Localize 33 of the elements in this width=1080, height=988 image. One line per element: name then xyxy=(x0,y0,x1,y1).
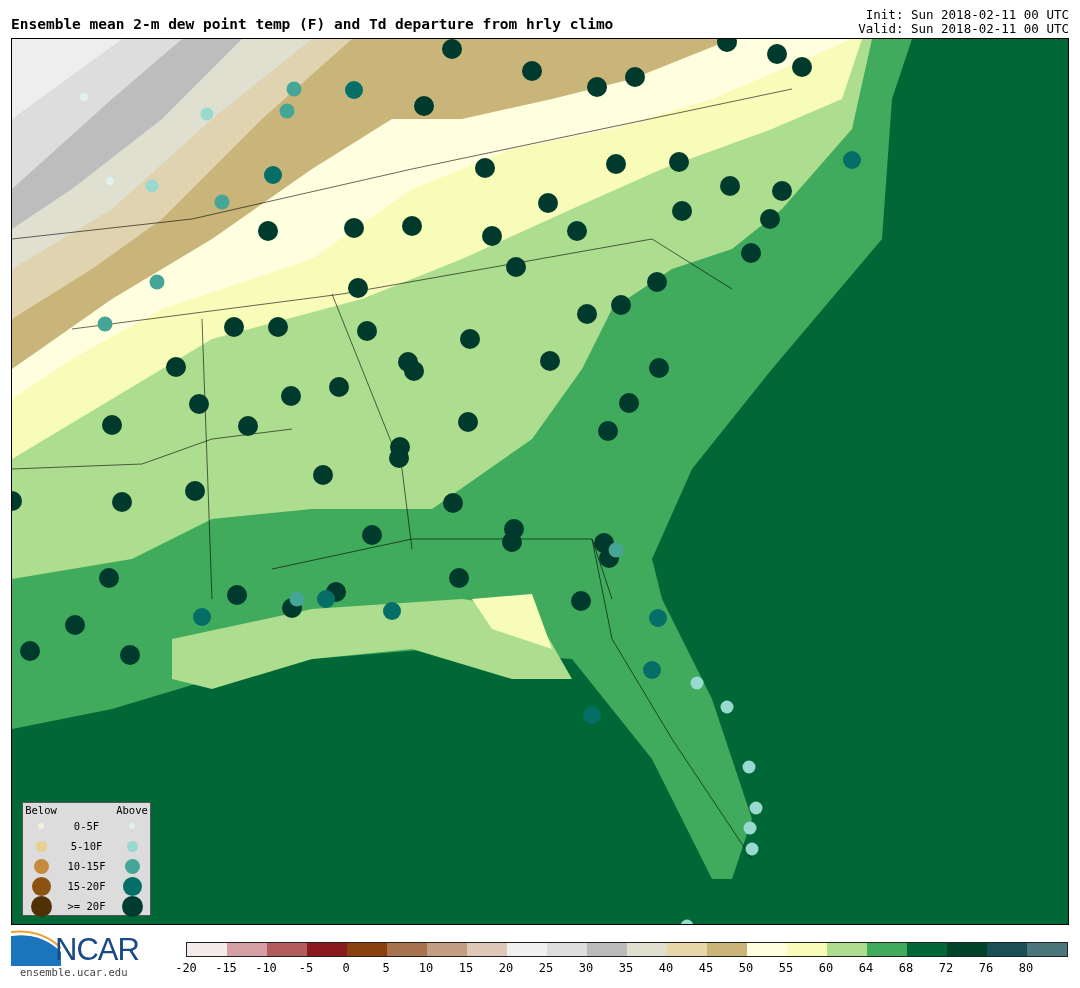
legend-label: 0-5F xyxy=(73,820,100,832)
tick-label: 60 xyxy=(817,961,835,975)
tick-label: 50 xyxy=(737,961,755,975)
tick-label: 55 xyxy=(777,961,795,975)
tick-label: 80 xyxy=(1017,961,1035,975)
valid-time: Valid: Sun 2018-02-11 00 UTC xyxy=(858,22,1069,36)
tick-label: 76 xyxy=(977,961,995,975)
tick-label: -15 xyxy=(214,961,238,975)
init-time: Init: Sun 2018-02-11 00 UTC xyxy=(865,8,1069,22)
legend-label: 5-10F xyxy=(70,840,103,852)
tick-label: -10 xyxy=(254,961,278,975)
legend-label: 15-20F xyxy=(67,880,106,892)
tick-label: -20 xyxy=(174,961,198,975)
tick-label: 30 xyxy=(577,961,595,975)
tick-label: 40 xyxy=(657,961,675,975)
legend-label: >= 20F xyxy=(67,900,106,912)
tick-label: 35 xyxy=(617,961,635,975)
tick-label: -5 xyxy=(297,961,315,975)
tick-label: 10 xyxy=(417,961,435,975)
tick-label: 45 xyxy=(697,961,715,975)
tick-label: 68 xyxy=(897,961,915,975)
tick-label: 15 xyxy=(457,961,475,975)
tick-label: 0 xyxy=(341,961,351,975)
chart-title: Ensemble mean 2-m dew point temp (F) and Td departure from hrly climo xyxy=(11,16,614,34)
tick-label: 20 xyxy=(497,961,515,975)
logo-text: NCAR xyxy=(55,934,139,966)
tick-label: 25 xyxy=(537,961,555,975)
tick-label: 5 xyxy=(381,961,391,975)
legend-heading: Above xyxy=(116,804,148,816)
tick-label: 64 xyxy=(857,961,875,975)
legend-label: 10-15F xyxy=(67,860,106,872)
tick-label: 72 xyxy=(937,961,955,975)
legend-heading: Below xyxy=(25,804,57,816)
